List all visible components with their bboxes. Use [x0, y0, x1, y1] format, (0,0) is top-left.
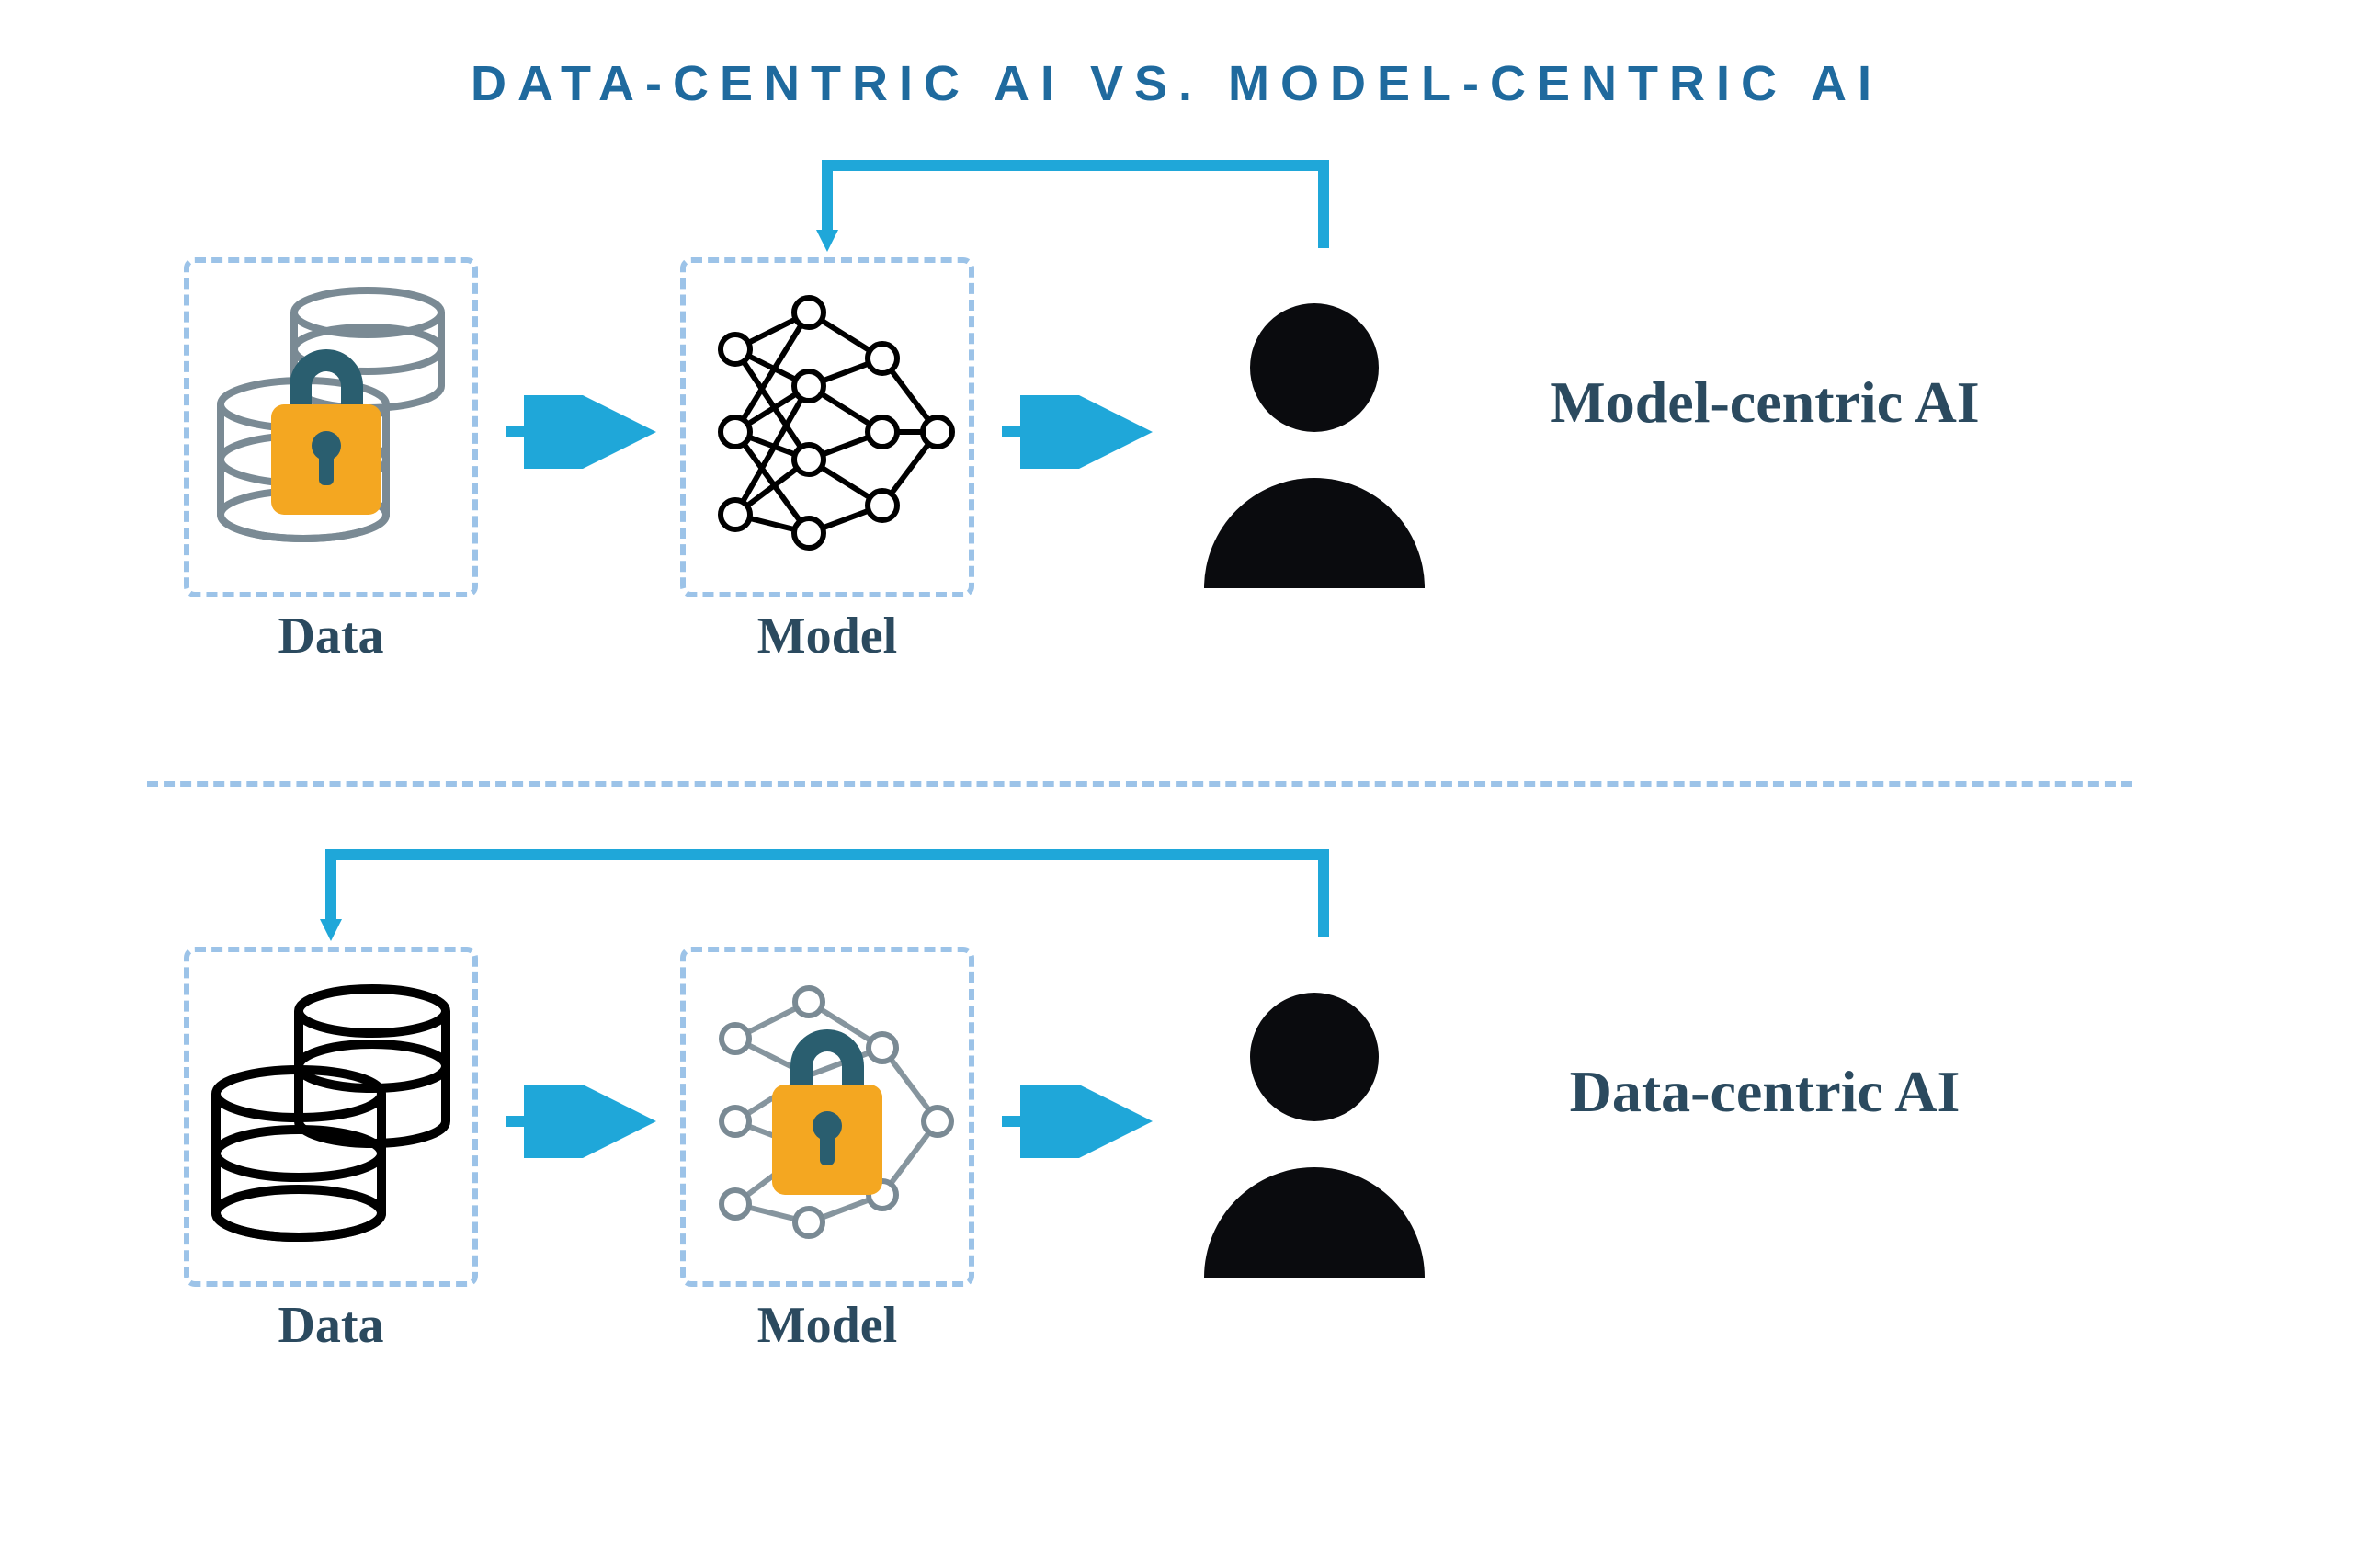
bottom-model-label: Model — [680, 1296, 974, 1355]
arrow-bottom-2 — [993, 1085, 1158, 1158]
neural-net-icon — [699, 276, 956, 579]
feedback-arrow-top — [809, 138, 1360, 267]
database-icon — [207, 974, 455, 1259]
arrow-top-1 — [496, 395, 662, 469]
locked-database-icon — [202, 276, 460, 579]
top-flow-label: Model-centric AI — [1526, 368, 2004, 438]
arrow-top-2 — [993, 395, 1158, 469]
feedback-arrow-bottom — [313, 827, 1360, 956]
user-icon-bottom — [1176, 974, 1452, 1287]
horizontal-divider — [147, 781, 2132, 787]
bottom-flow-label: Data-centric AI — [1526, 1057, 2004, 1128]
arrow-bottom-1 — [496, 1085, 662, 1158]
page-title: DATA-CENTRIC AI VS. MODEL-CENTRIC AI — [0, 55, 2353, 112]
diagram-canvas: DATA-CENTRIC AI VS. MODEL-CENTRIC AI Dat… — [0, 0, 2353, 1568]
user-icon-top — [1176, 285, 1452, 597]
top-data-label: Data — [184, 607, 478, 665]
locked-model-icon — [699, 965, 956, 1268]
bottom-data-label: Data — [184, 1296, 478, 1355]
top-model-label: Model — [680, 607, 974, 665]
